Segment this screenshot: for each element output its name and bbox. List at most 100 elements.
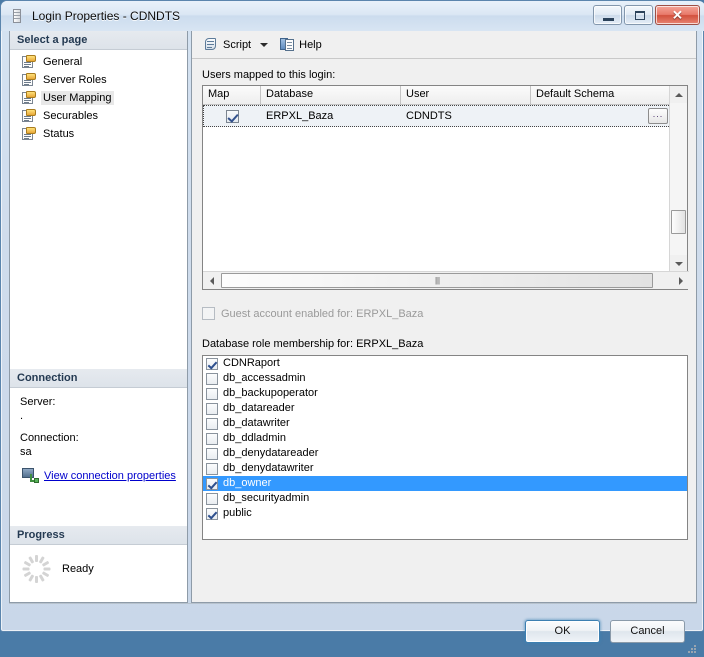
script-icon [203,37,219,52]
column-header-database[interactable]: Database [261,86,401,104]
list-item[interactable]: db_securityadmin [203,491,687,506]
connection-value: sa [20,446,187,458]
list-item[interactable]: CDNRaport [203,356,687,371]
page-list: General Server Roles User Mapping [10,50,187,143]
chevron-down-icon[interactable] [260,43,268,47]
grid-vertical-scrollbar[interactable] [669,86,687,272]
progress-status: Ready [62,563,94,575]
close-button[interactable]: ✕ [655,5,700,25]
column-header-user[interactable]: User [401,86,531,104]
panel-body: Users mapped to this login: Map Database… [192,59,696,540]
list-item[interactable]: db_datawriter [203,416,687,431]
sidebar-item-general[interactable]: General [10,53,187,71]
list-item[interactable]: db_ddladmin [203,431,687,446]
role-label: db_owner [223,476,271,491]
chevron-up-icon [675,93,683,97]
row-database-cell[interactable]: ERPXL_Baza [261,105,401,127]
title-bar[interactable]: Login Properties - CDNDTS ✕ [1,1,704,31]
page-icon [21,55,37,69]
list-item-selected[interactable]: db_owner [203,476,687,491]
role-checkbox[interactable] [206,388,218,400]
scroll-up-button[interactable] [670,86,687,103]
grid-horizontal-scrollbar[interactable]: |||| [203,271,689,289]
progress-body: Ready [10,545,187,583]
sidebar-item-label: User Mapping [41,91,114,105]
row-default-schema-cell[interactable]: ... [531,105,671,127]
sidebar-item-securables[interactable]: Securables [10,107,187,125]
sidebar-item-user-mapping[interactable]: User Mapping [10,89,187,107]
view-connection-properties-link[interactable]: View connection properties [20,468,187,483]
dialog-footer: OK Cancel [5,603,701,657]
scroll-left-button[interactable] [203,272,220,289]
select-a-page-header: Select a page [10,31,187,50]
role-checkbox[interactable] [206,493,218,505]
row-map-cell[interactable] [203,105,261,127]
users-mapping-grid[interactable]: Map Database User Default Schema ERPXL_B… [202,85,688,290]
role-checkbox[interactable] [206,463,218,475]
role-label: db_accessadmin [223,371,306,386]
list-item[interactable]: db_accessadmin [203,371,687,386]
maximize-button[interactable] [624,5,653,25]
role-checkbox[interactable] [206,478,218,490]
help-label: Help [299,39,322,51]
scroll-grip-icon: |||| [435,277,439,285]
list-item[interactable]: db_backupoperator [203,386,687,401]
vertical-scroll-thumb[interactable] [671,210,686,234]
window-controls: ✕ [593,5,700,25]
column-header-map[interactable]: Map [203,86,261,104]
sidebar-item-label: Server Roles [41,73,110,87]
minimize-button[interactable] [593,5,622,25]
maximize-icon [635,11,645,20]
row-user-cell[interactable]: CDNDTS [401,105,531,127]
role-label: CDNRaport [223,356,280,371]
guest-account-checkbox-row: Guest account enabled for: ERPXL_Baza [202,307,686,320]
scroll-down-button[interactable] [670,255,687,272]
resize-grip[interactable] [686,643,698,655]
guest-account-checkbox [202,307,215,320]
role-checkbox[interactable] [206,508,218,520]
table-row[interactable]: ERPXL_Baza CDNDTS ... [203,105,687,127]
role-checkbox[interactable] [206,418,218,430]
scroll-right-button[interactable] [672,272,689,289]
main-panel: Script Help Users mapped to this login: [191,31,697,603]
page-icon [21,73,37,87]
role-checkbox[interactable] [206,448,218,460]
list-item[interactable]: db_denydatareader [203,446,687,461]
script-label: Script [223,39,251,51]
role-checkbox[interactable] [206,403,218,415]
sidebar-item-server-roles[interactable]: Server Roles [10,71,187,89]
chevron-right-icon [679,277,683,285]
list-item[interactable]: db_datareader [203,401,687,416]
progress-header: Progress [10,526,187,545]
role-label: db_backupoperator [223,386,318,401]
role-checkbox[interactable] [206,358,218,370]
browse-schema-button[interactable]: ... [648,108,668,124]
list-item[interactable]: db_denydatawriter [203,461,687,476]
database-role-membership-list[interactable]: CDNRaport db_accessadmin db_backupoperat… [202,355,688,540]
connection-section: Connection Server: . Connection: sa View… [10,369,187,483]
guest-account-label: Guest account enabled for: ERPXL_Baza [221,308,423,320]
grid-header-row: Map Database User Default Schema [203,86,687,105]
map-checkbox[interactable] [226,110,239,123]
toolbar: Script Help [192,31,696,59]
script-button[interactable]: Script [198,34,256,55]
server-label: Server: [20,396,187,408]
column-header-default-schema[interactable]: Default Schema [531,86,671,104]
role-label: db_datawriter [223,416,290,431]
role-checkbox[interactable] [206,373,218,385]
role-label: db_securityadmin [223,491,309,506]
login-properties-dialog: Login Properties - CDNDTS ✕ Select a pag… [0,0,704,632]
view-connection-properties-label: View connection properties [44,470,176,482]
users-grid-label: Users mapped to this login: [202,69,686,81]
role-checkbox[interactable] [206,433,218,445]
role-label: db_denydatawriter [223,461,314,476]
minimize-icon [603,18,614,21]
sidebar-item-label: General [41,55,85,69]
role-label: public [223,506,252,521]
horizontal-scroll-thumb[interactable]: |||| [221,273,653,288]
help-button[interactable]: Help [275,34,327,55]
spinner-icon [22,555,50,583]
sidebar-item-status[interactable]: Status [10,125,187,143]
connection-icon [22,468,39,483]
list-item[interactable]: public [203,506,687,521]
